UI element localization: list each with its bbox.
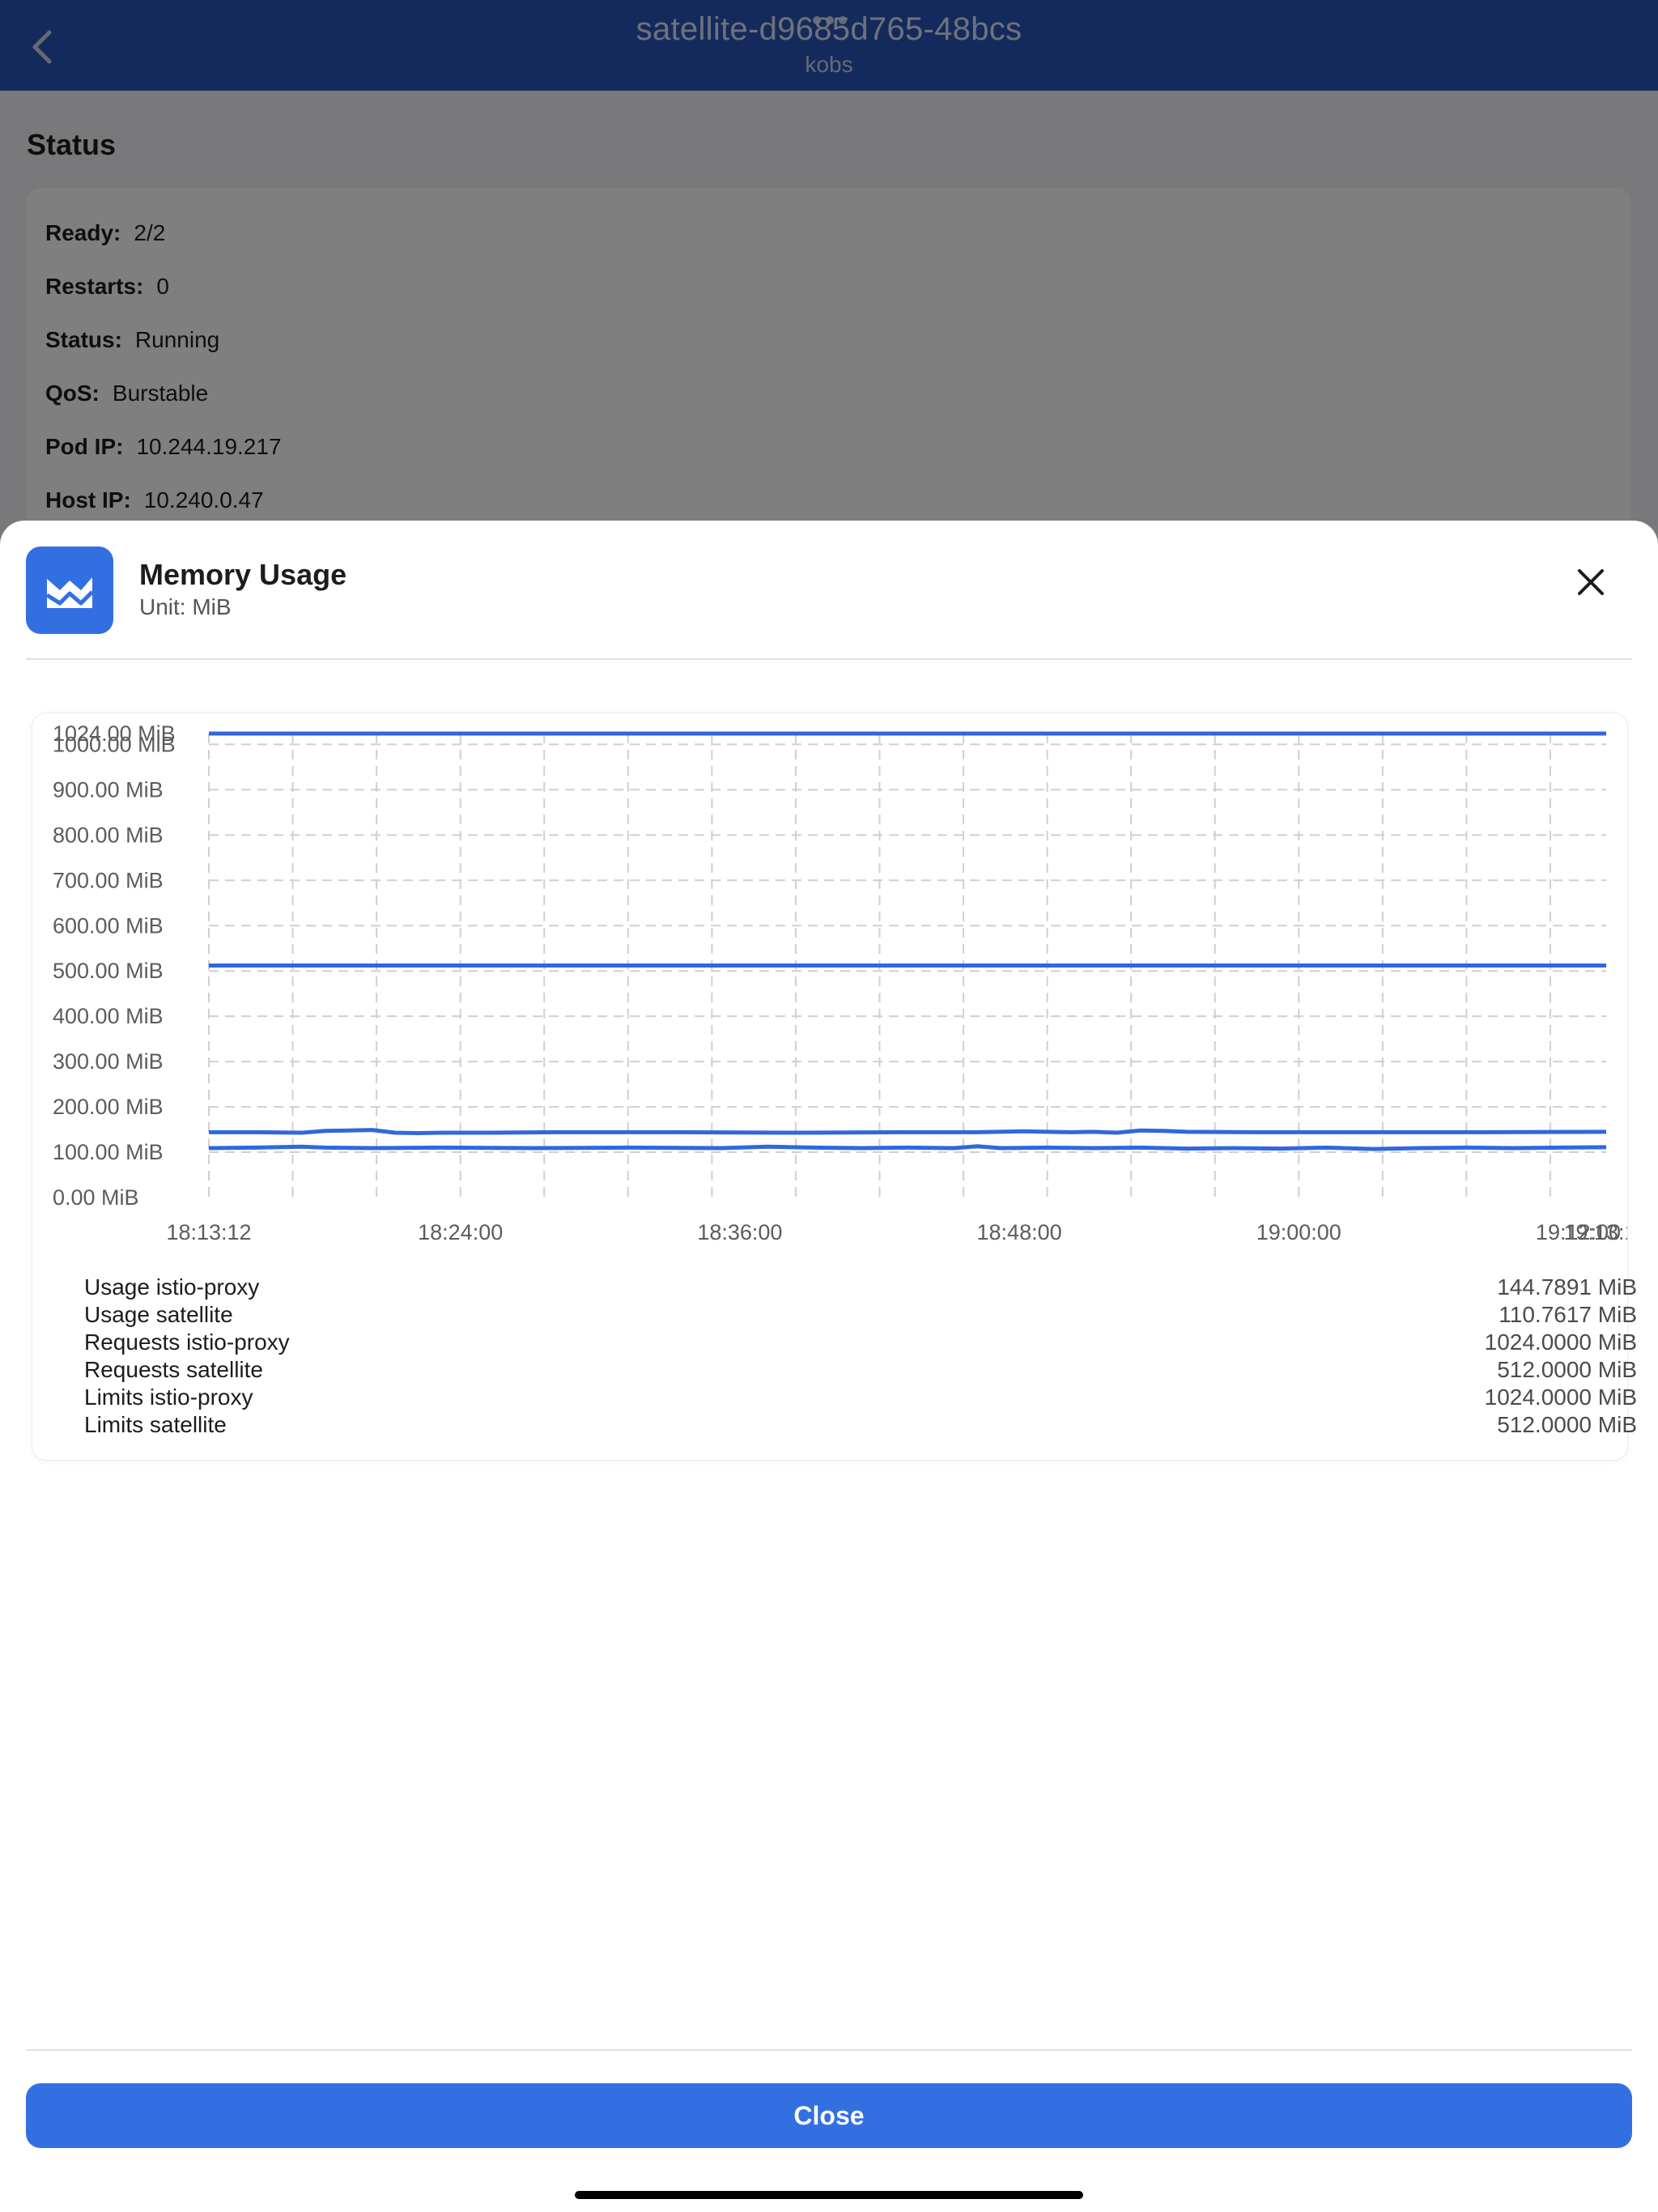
close-icon[interactable] xyxy=(1571,562,1611,602)
legend-row: Usage satellite 110.7617 MiB xyxy=(84,1302,1637,1329)
y-tick-label: 700.00 MiB xyxy=(53,868,164,892)
series-line xyxy=(208,1144,1607,1151)
legend-value: 512.0000 MiB xyxy=(1497,1357,1637,1382)
y-tick-label: 600.00 MiB xyxy=(53,913,164,938)
area-chart-icon xyxy=(26,547,113,634)
memory-chart-card: 0.00 MiB 100.00 MiB 200.00 MiB 300.00 MiB 40… xyxy=(32,713,1637,1461)
y-tick-label: 800.00 MiB xyxy=(53,823,164,847)
x-tick-label: 19:13:12 xyxy=(1563,1220,1627,1244)
y-tick-label: 0.00 MiB xyxy=(53,1185,139,1210)
x-tick-label: 18:36:00 xyxy=(697,1220,782,1244)
legend-row: Requests istio-proxy 1024.0000 MiB xyxy=(84,1329,1637,1357)
legend-name: Usage satellite xyxy=(84,1302,233,1327)
y-tick-label: 900.00 MiB xyxy=(53,777,164,802)
y-tick-label: 100.00 MiB xyxy=(53,1140,164,1164)
legend-name: Usage istio-proxy xyxy=(84,1274,260,1300)
close-button[interactable]: Close xyxy=(26,2083,1632,2148)
legend-value: 144.7891 MiB xyxy=(1497,1274,1637,1300)
footer-divider xyxy=(26,2049,1632,2051)
legend-value: 512.0000 MiB xyxy=(1497,1412,1637,1437)
legend-value: 1024.0000 MiB xyxy=(1484,1329,1637,1355)
unit-label: Unit: MiB xyxy=(139,594,232,619)
y-tick-label: 300.00 MiB xyxy=(53,1049,164,1074)
legend-value: 110.7617 MiB xyxy=(1499,1302,1637,1327)
legend-name: Limits satellite xyxy=(84,1412,227,1437)
y-tick-label: 500.00 MiB xyxy=(53,959,164,983)
x-tick-label: 18:48:00 xyxy=(977,1220,1062,1244)
y-tick-label: 1024.00 MiB xyxy=(53,721,176,746)
x-tick-label: 18:13:12 xyxy=(166,1220,251,1244)
legend-name: Requests satellite xyxy=(84,1357,264,1382)
y-tick-label: 200.00 MiB xyxy=(53,1095,164,1119)
modal-title: Memory Usage xyxy=(139,558,347,591)
legend-row: Limits istio-proxy 1024.0000 MiB xyxy=(84,1385,1637,1412)
home-indicator xyxy=(575,2191,1083,2199)
legend-row: Requests satellite 512.0000 MiB xyxy=(84,1357,1637,1385)
legend-name: Limits istio-proxy xyxy=(84,1385,253,1410)
legend-row: Usage istio-proxy 144.7891 MiB xyxy=(84,1274,1637,1302)
y-tick-label: 400.00 MiB xyxy=(53,1004,164,1028)
series-line xyxy=(209,1128,1607,1135)
legend-row: Limits satellite 512.0000 MiB xyxy=(84,1412,1637,1440)
legend-name: Requests istio-proxy xyxy=(84,1329,290,1355)
legend-value: 1024.0000 MiB xyxy=(1484,1385,1637,1410)
header-divider xyxy=(26,658,1632,660)
x-tick-label: 18:24:00 xyxy=(418,1220,503,1244)
x-tick-label: 19:00:00 xyxy=(1256,1220,1341,1244)
